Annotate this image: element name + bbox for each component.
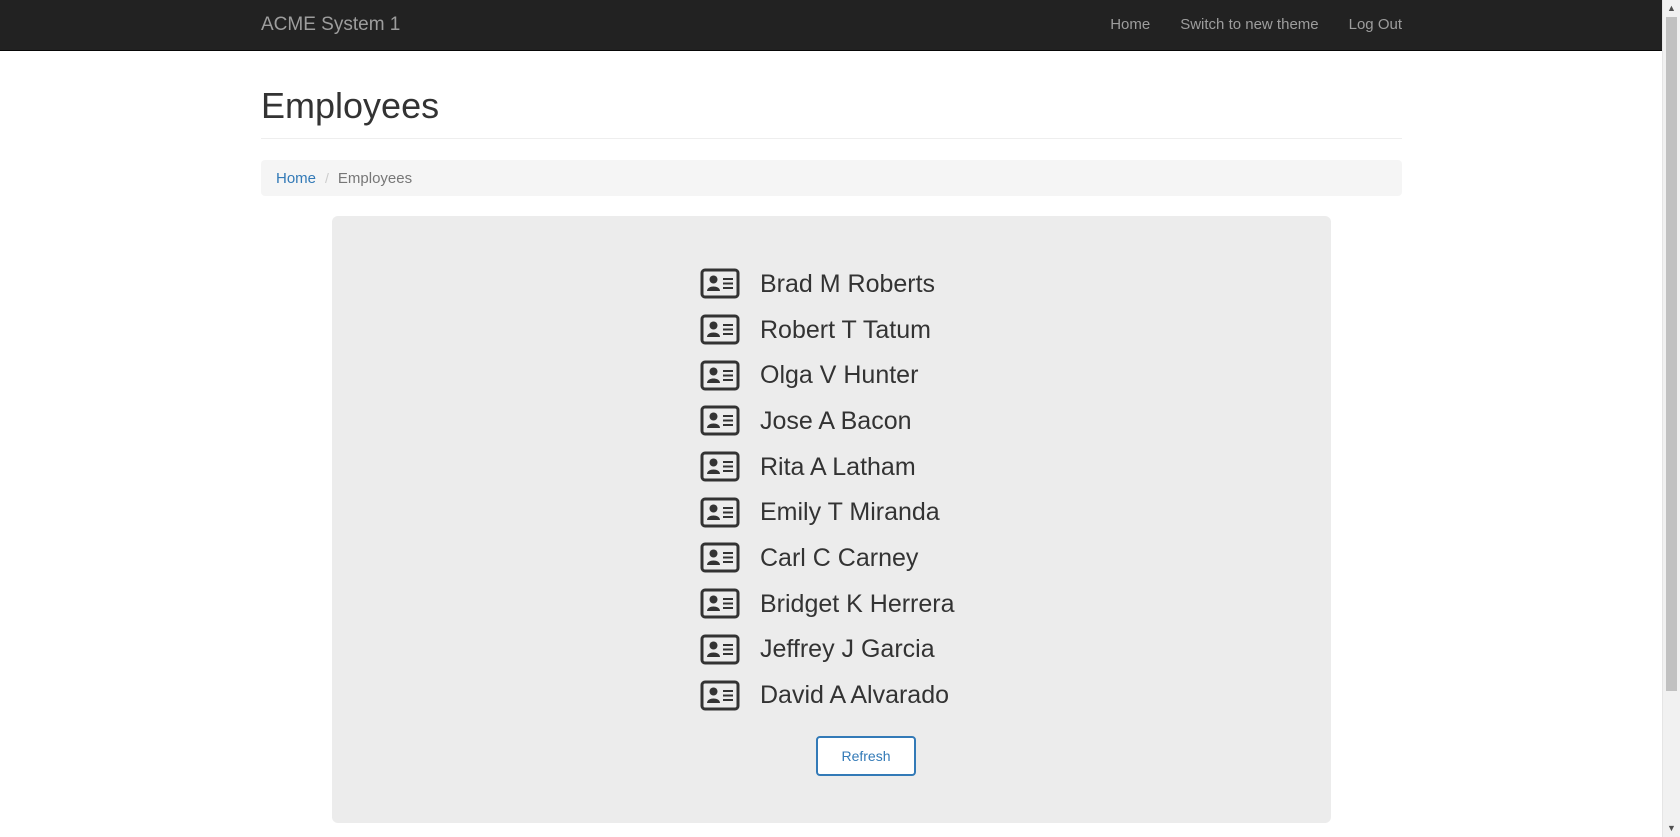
employee-name[interactable]: Robert T Tatum — [760, 315, 931, 345]
id-card-icon — [700, 451, 740, 482]
employee-item[interactable]: Bridget K Herrera — [700, 581, 955, 627]
nav-logout-link[interactable]: Log Out — [1349, 15, 1402, 35]
employee-name[interactable]: Brad M Roberts — [760, 269, 935, 299]
employee-item[interactable]: Jose A Bacon — [700, 398, 955, 444]
nav-links: Home Switch to new theme Log Out — [1080, 0, 1402, 50]
scroll-down-arrow-icon[interactable]: ▼ — [1663, 820, 1680, 837]
employee-name[interactable]: Carl C Carney — [760, 543, 918, 573]
id-card-icon — [700, 405, 740, 436]
nav-home-link[interactable]: Home — [1110, 15, 1150, 35]
refresh-button[interactable]: Refresh — [816, 736, 916, 776]
employee-name[interactable]: Rita A Latham — [760, 452, 916, 482]
employee-item[interactable]: Carl C Carney — [700, 535, 955, 581]
employee-item[interactable]: David A Alvarado — [700, 672, 955, 718]
nav-switch-theme-link[interactable]: Switch to new theme — [1180, 15, 1318, 35]
breadcrumb-current: Employees — [337, 169, 413, 187]
id-card-icon — [700, 497, 740, 528]
breadcrumb-separator: / — [325, 170, 329, 186]
id-card-icon — [700, 542, 740, 573]
employee-item[interactable]: Olga V Hunter — [700, 352, 955, 398]
employee-name[interactable]: David A Alvarado — [760, 680, 949, 710]
scroll-up-arrow-icon[interactable]: ▲ — [1663, 0, 1680, 17]
id-card-icon — [700, 680, 740, 711]
employee-name[interactable]: Olga V Hunter — [760, 360, 918, 390]
employee-item[interactable]: Brad M Roberts — [700, 261, 955, 307]
id-card-icon — [700, 314, 740, 345]
employee-item[interactable]: Emily T Miranda — [700, 489, 955, 535]
employee-item[interactable]: Rita A Latham — [700, 444, 955, 490]
employee-name[interactable]: Bridget K Herrera — [760, 589, 955, 619]
employee-name[interactable]: Jose A Bacon — [760, 406, 912, 436]
employee-list: Brad M Roberts Robert T Tatum Olga V Hun… — [700, 261, 955, 718]
employee-item[interactable]: Robert T Tatum — [700, 307, 955, 353]
employee-name[interactable]: Emily T Miranda — [760, 497, 940, 527]
id-card-icon — [700, 634, 740, 665]
id-card-icon — [700, 268, 740, 299]
employees-panel: Brad M Roberts Robert T Tatum Olga V Hun… — [332, 216, 1331, 823]
scrollbar-thumb[interactable] — [1666, 17, 1677, 691]
id-card-icon — [700, 360, 740, 391]
employee-item[interactable]: Jeffrey J Garcia — [700, 627, 955, 673]
breadcrumb: Home / Employees — [261, 160, 1402, 196]
page-title: Employees — [261, 85, 440, 126]
top-navbar: ACME System 1 Home Switch to new theme L… — [0, 0, 1662, 51]
vertical-scrollbar[interactable]: ▲ ▼ — [1662, 0, 1680, 837]
brand-link[interactable]: ACME System 1 — [261, 14, 400, 36]
breadcrumb-home-link[interactable]: Home — [276, 170, 316, 187]
employee-name[interactable]: Jeffrey J Garcia — [760, 634, 935, 664]
title-divider — [261, 138, 1402, 139]
id-card-icon — [700, 588, 740, 619]
